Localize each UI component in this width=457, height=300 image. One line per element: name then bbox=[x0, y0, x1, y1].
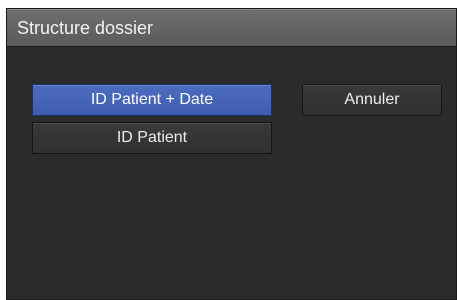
dialog-title-bar: Structure dossier bbox=[7, 9, 456, 47]
folder-structure-dialog: Structure dossier ID Patient + Date ID P… bbox=[6, 8, 457, 300]
dialog-title: Structure dossier bbox=[17, 18, 154, 38]
option-patient-id-date-button[interactable]: ID Patient + Date bbox=[32, 84, 272, 116]
cancel-button[interactable]: Annuler bbox=[302, 84, 442, 116]
option-patient-id-button[interactable]: ID Patient bbox=[32, 122, 272, 154]
